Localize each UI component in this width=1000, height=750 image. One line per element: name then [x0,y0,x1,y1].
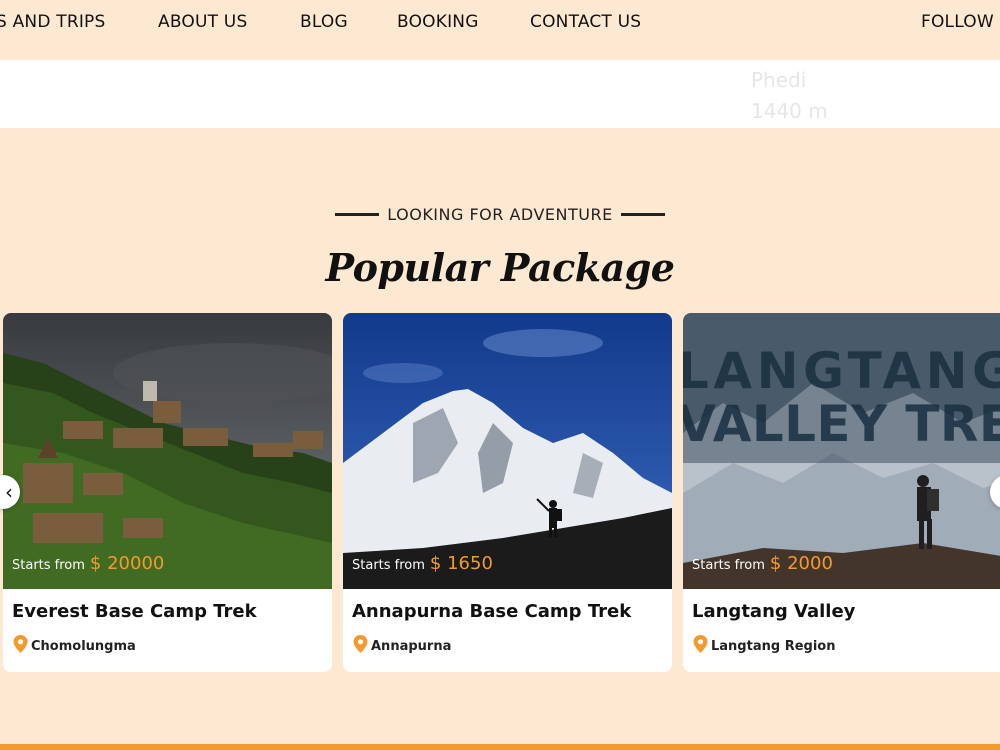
location-label: Langtang Region [711,638,836,654]
price-amount: $ 2000 [769,553,833,574]
chevron-left-icon: ‹ [5,480,13,504]
strip-place: Phedi [751,68,807,92]
package-location: Chomolungma [13,635,136,657]
location-label: Chomolungma [31,638,136,654]
top-navigation: S AND TRIPS ABOUT US BLOG BOOKING CONTAC… [0,0,1000,60]
eyebrow-line-right [620,213,665,216]
price-tag: Starts from $ 2000 [692,553,833,574]
price-tag: Starts from $ 1650 [352,553,493,574]
price-amount: $ 20000 [89,553,165,574]
package-card-annapurna[interactable]: Starts from $ 1650 Annapurna Base Camp T… [343,313,672,672]
nav-link-about-us[interactable]: ABOUT US [158,12,247,32]
price-prefix: Starts from [12,558,85,573]
eyebrow-text: LOOKING FOR ADVENTURE [387,205,613,224]
nav-link-follow[interactable]: FOLLOW [921,12,994,32]
footer-accent-bar [0,744,1000,750]
package-card-everest[interactable]: Starts from $ 20000 Everest Base Camp Tr… [3,313,332,672]
eyebrow-line-left [335,213,380,216]
package-location: Annapurna [353,635,451,657]
location-pin-icon [693,635,708,657]
nav-link-contact-us[interactable]: CONTACT US [530,12,641,32]
package-name[interactable]: Langtang Valley [692,601,855,622]
package-card-langtang[interactable]: LANGTANG VALLEY TRE Starts from $ 2000 L… [683,313,1000,672]
package-image-annapurna: Starts from $ 1650 [343,313,672,589]
nav-link-tours-and-trips[interactable]: S AND TRIPS [0,12,106,32]
section-eyebrow: LOOKING FOR ADVENTURE [0,205,1000,224]
nav-link-booking[interactable]: BOOKING [397,12,479,32]
section-title: Popular Package [325,245,675,290]
strip-altitude: 1440 m [751,99,828,123]
package-name[interactable]: Annapurna Base Camp Trek [352,601,631,622]
nav-link-blog[interactable]: BLOG [300,12,348,32]
package-location: Langtang Region [693,635,835,657]
package-name[interactable]: Everest Base Camp Trek [12,601,257,622]
location-pin-icon [353,635,368,657]
package-image-langtang: LANGTANG VALLEY TRE Starts from $ 2000 [683,313,1000,589]
info-strip: Phedi 1440 m [0,60,1000,128]
price-amount: $ 1650 [429,553,493,574]
package-image-everest: Starts from $ 20000 [3,313,332,589]
price-tag: Starts from $ 20000 [12,553,164,574]
location-label: Annapurna [371,638,452,654]
price-prefix: Starts from [352,558,425,573]
price-prefix: Starts from [692,558,765,573]
location-pin-icon [13,635,28,657]
